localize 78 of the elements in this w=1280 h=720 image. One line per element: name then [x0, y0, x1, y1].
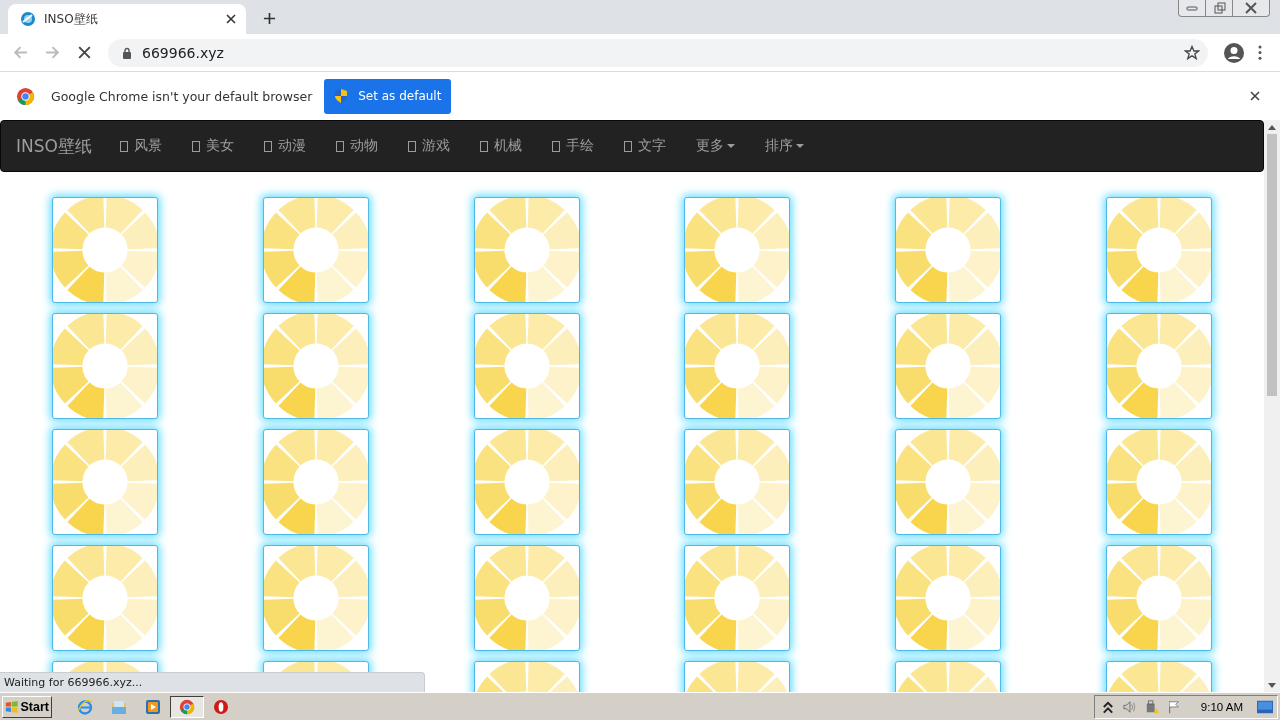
- spinner-thumbnail[interactable]: [52, 197, 159, 303]
- site-logo[interactable]: INSO壁纸: [16, 134, 92, 158]
- browser-tab[interactable]: INSO壁纸: [8, 4, 246, 34]
- globe-icon: [20, 11, 36, 27]
- caret-icon: [795, 144, 804, 148]
- spinner-thumbnail[interactable]: [1105, 313, 1212, 419]
- shield-icon: [334, 88, 349, 104]
- menu-icon[interactable]: [1258, 45, 1262, 60]
- nav-link[interactable]: 风景: [119, 137, 192, 155]
- spinner-thumbnail[interactable]: [684, 197, 791, 303]
- square-icon: [335, 140, 344, 152]
- new-tab-icon[interactable]: [263, 12, 276, 25]
- chrome-icon[interactable]: [170, 695, 204, 718]
- nav-link[interactable]: 游戏: [407, 137, 480, 155]
- square-icon: [191, 140, 200, 152]
- nav-dropdown[interactable]: 排序: [764, 137, 804, 155]
- nav-link[interactable]: 机械: [479, 137, 552, 155]
- flag-icon[interactable]: [1166, 699, 1181, 714]
- show-desktop-icon[interactable]: [1257, 699, 1273, 714]
- clock[interactable]: 9:10 AM: [1200, 700, 1243, 713]
- close-icon[interactable]: [226, 14, 236, 24]
- network-warning-icon[interactable]: [1144, 699, 1159, 714]
- square-icon: [623, 140, 632, 152]
- status-tooltip: Waiting for 669966.xyz...: [0, 672, 425, 692]
- spinner-thumbnail[interactable]: [263, 197, 369, 303]
- chrome-logo-icon: [16, 86, 35, 106]
- spinner-thumbnail[interactable]: [473, 197, 580, 303]
- chevron-up-icon[interactable]: [1100, 699, 1115, 714]
- spinner-thumbnail[interactable]: [473, 545, 580, 651]
- scrollbar-thumb[interactable]: [1267, 134, 1277, 396]
- spinner-thumbnail[interactable]: [263, 429, 369, 535]
- minimize-icon: [1184, 3, 1200, 13]
- nav-link[interactable]: 美女: [191, 137, 264, 155]
- caret-icon: [726, 144, 735, 148]
- close-icon[interactable]: [1250, 91, 1260, 101]
- spinner-thumbnail[interactable]: [52, 429, 159, 535]
- spinner-thumbnail[interactable]: [684, 429, 791, 535]
- set-default-button[interactable]: Set as default: [324, 78, 452, 114]
- lock-icon: [122, 46, 132, 59]
- square-icon: [119, 140, 128, 152]
- star-icon[interactable]: [1184, 44, 1200, 61]
- speaker-icon[interactable]: [1122, 699, 1137, 714]
- spinner-thumbnail[interactable]: [895, 313, 1001, 419]
- nav-link[interactable]: 动漫: [263, 137, 336, 155]
- spinner-thumbnail[interactable]: [263, 545, 369, 651]
- square-icon: [263, 140, 272, 152]
- forward-icon[interactable]: [44, 44, 61, 61]
- spinner-thumbnail[interactable]: [263, 313, 369, 419]
- spinner-thumbnail[interactable]: [1105, 545, 1212, 651]
- spinner-thumbnail[interactable]: [1105, 197, 1212, 303]
- square-icon: [551, 140, 560, 152]
- infobar-message: Google Chrome isn't your default browser: [51, 88, 313, 104]
- spinner-thumbnail[interactable]: [684, 313, 791, 419]
- spinner-thumbnail[interactable]: [895, 197, 1001, 303]
- address-bar[interactable]: 669966.xyz: [108, 38, 1208, 67]
- nav-link[interactable]: 手绘: [551, 137, 624, 155]
- spinner-thumbnail[interactable]: [473, 313, 580, 419]
- nav-link[interactable]: 文字: [623, 137, 696, 155]
- spinner-thumbnail[interactable]: [1105, 429, 1212, 535]
- stop-icon[interactable]: [76, 44, 93, 61]
- nav-link[interactable]: 动物: [335, 137, 408, 155]
- spinner-thumbnail[interactable]: [52, 313, 159, 419]
- square-icon: [407, 140, 416, 152]
- spinner-thumbnail[interactable]: [473, 429, 580, 535]
- close-icon: [1243, 2, 1259, 14]
- spinner-thumbnail[interactable]: [895, 429, 1001, 535]
- start-button[interactable]: Start: [2, 695, 52, 718]
- scrollbar[interactable]: [1264, 120, 1280, 692]
- tab-title: INSO壁纸: [44, 10, 99, 28]
- back-icon[interactable]: [12, 44, 29, 61]
- profile-icon[interactable]: [1224, 42, 1244, 63]
- windows-logo-icon: [5, 699, 19, 714]
- restore-icon: [1211, 2, 1227, 14]
- spinner-thumbnail[interactable]: [895, 545, 1001, 651]
- square-icon: [479, 140, 488, 152]
- spinner-thumbnail[interactable]: [52, 545, 159, 651]
- spinner-thumbnail[interactable]: [684, 545, 791, 651]
- nav-dropdown[interactable]: 更多: [695, 137, 735, 155]
